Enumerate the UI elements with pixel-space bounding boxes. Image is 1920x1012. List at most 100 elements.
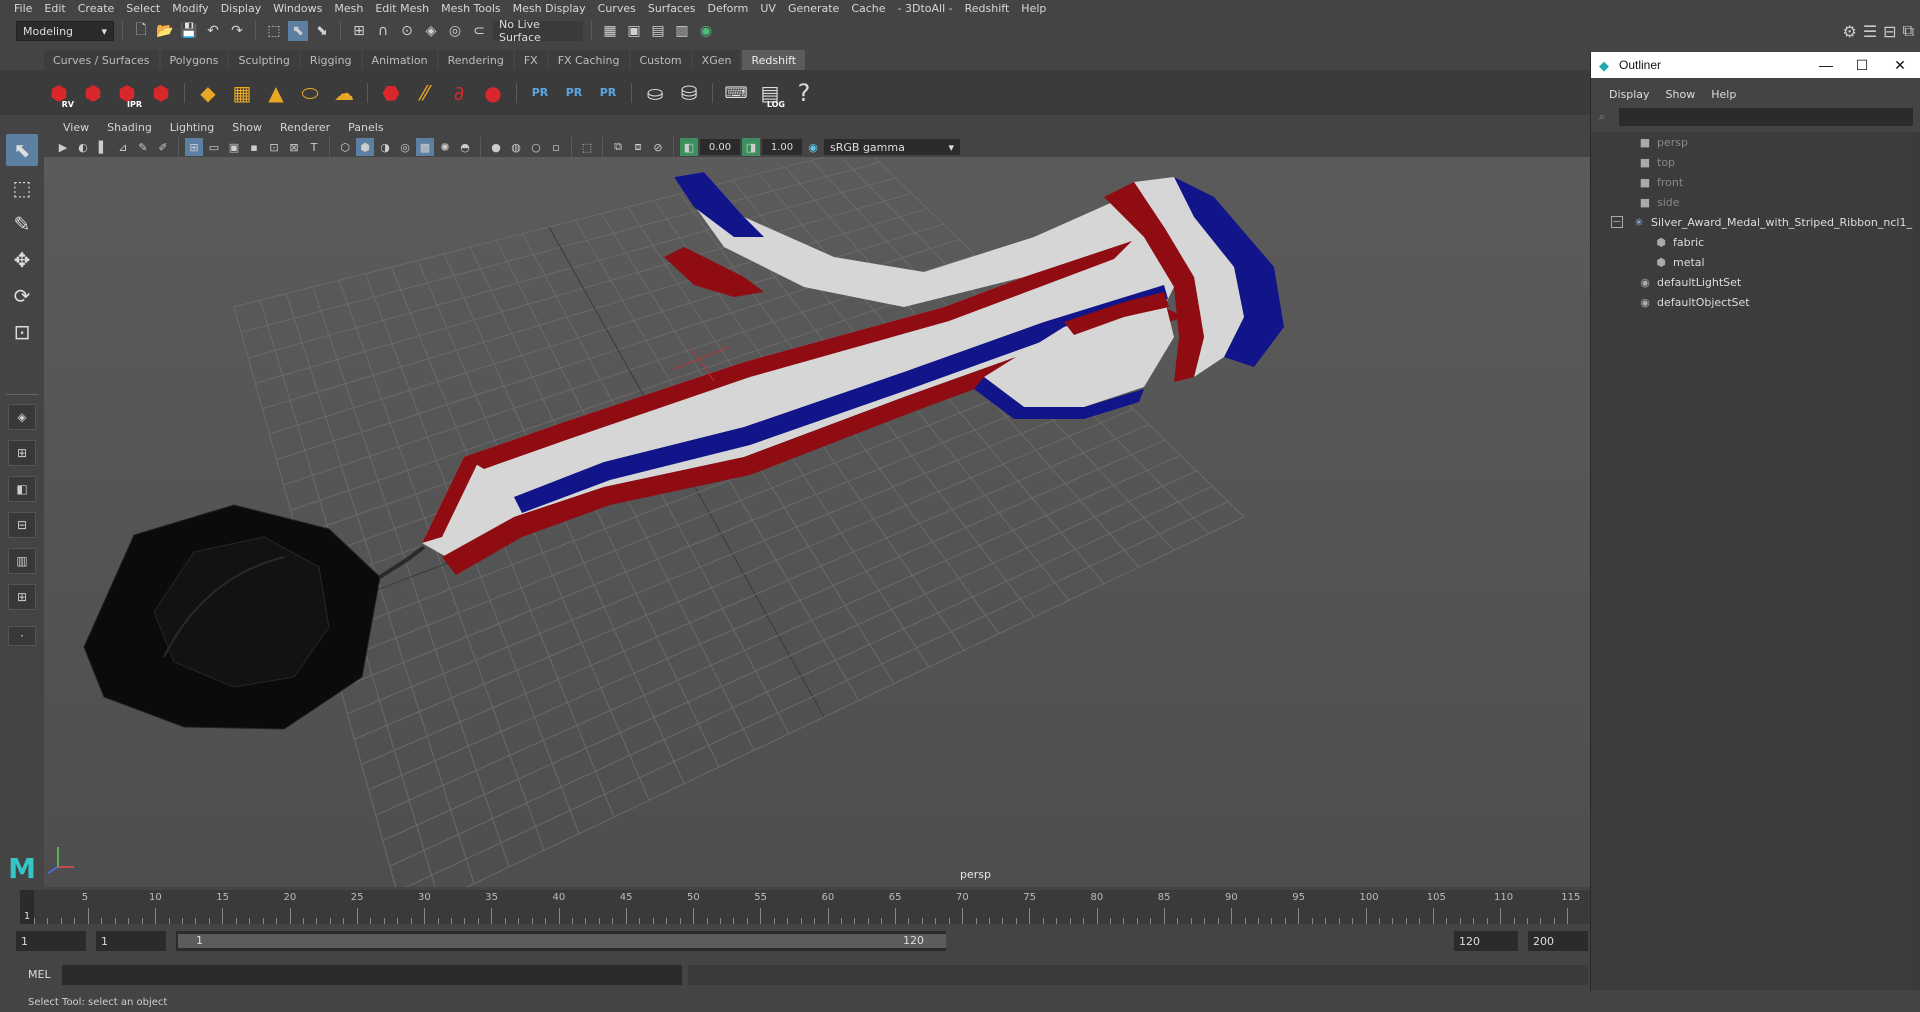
camera-select-icon[interactable]: ▶	[54, 138, 72, 156]
animation-end-field[interactable]: 200	[1528, 931, 1588, 951]
rs-volume-icon[interactable]: ∂	[444, 76, 474, 110]
command-input[interactable]	[62, 965, 682, 985]
rs-pr-create-icon[interactable]: PR	[525, 76, 555, 110]
tab-rigging[interactable]: Rigging	[300, 50, 361, 70]
xray-active-icon[interactable]: ⧈	[629, 138, 647, 156]
menu-create[interactable]: Create	[72, 2, 121, 15]
outliner-menu-display[interactable]: Display	[1601, 88, 1658, 101]
tab-rendering[interactable]: Rendering	[438, 50, 513, 70]
exposure-field[interactable]: 0.00	[700, 139, 740, 155]
depth-of-field-icon[interactable]: ▫	[547, 138, 565, 156]
hypershade-icon[interactable]: ◉	[696, 21, 716, 41]
tab-fx-caching[interactable]: FX Caching	[548, 50, 629, 70]
medal-mesh[interactable]	[83, 504, 426, 730]
open-scene-icon[interactable]: 📂	[155, 21, 175, 41]
collapse-icon[interactable]: −	[1611, 216, 1623, 228]
wireframe-icon[interactable]: ⬡	[336, 138, 354, 156]
menu-mesh[interactable]: Mesh	[328, 2, 369, 15]
lasso-tool-icon[interactable]: ⬚	[6, 172, 38, 204]
four-view-layout-icon[interactable]: ⊞	[8, 440, 36, 466]
animation-start-field[interactable]: 1	[16, 931, 86, 951]
tab-curves-surfaces[interactable]: Curves / Surfaces	[44, 50, 159, 70]
render-frame-icon[interactable]: ▣	[624, 21, 644, 41]
tab-animation[interactable]: Animation	[362, 50, 437, 70]
undo-icon[interactable]: ↶	[203, 21, 223, 41]
exposure-icon[interactable]: ◧	[680, 138, 698, 156]
outliner-menu-help[interactable]: Help	[1703, 88, 1744, 101]
panel-menu-panels[interactable]: Panels	[339, 121, 392, 134]
current-frame-marker[interactable]: 1	[20, 890, 34, 924]
tab-custom[interactable]: Custom	[630, 50, 691, 70]
outliner-item-top[interactable]: ■ top	[1637, 152, 1675, 172]
perspective-viewport[interactable]	[44, 157, 1590, 887]
outliner-item-default-light-set[interactable]: ◉ defaultLightSet	[1637, 272, 1741, 292]
smooth-shade-icon[interactable]: ⬢	[356, 138, 374, 156]
ribbon-mesh[interactable]	[422, 172, 1284, 575]
paint-select-tool-icon[interactable]: ✎	[6, 208, 38, 240]
color-management-icon[interactable]: ◉	[804, 138, 822, 156]
rs-render-icon[interactable]: ⬢	[78, 76, 108, 110]
rs-help-icon[interactable]: ?	[789, 76, 819, 110]
rs-render-view-icon[interactable]: ⬢ RV	[44, 76, 74, 110]
save-scene-icon[interactable]: 💾	[179, 21, 199, 41]
select-by-hierarchy-icon[interactable]: ⬚	[264, 21, 284, 41]
ipr-render-icon[interactable]: ▤	[648, 21, 668, 41]
render-settings-icon[interactable]: ▥	[672, 21, 692, 41]
persp-graph-layout-icon[interactable]: ⊟	[8, 512, 36, 538]
script-language-toggle[interactable]: MEL	[28, 968, 51, 981]
outliner-item-fabric[interactable]: ⬢ fabric	[1653, 232, 1704, 252]
menu-help[interactable]: Help	[1015, 2, 1052, 15]
live-surface-field[interactable]: No Live Surface	[493, 18, 583, 44]
2d-pan-zoom-icon[interactable]: ✎	[134, 138, 152, 156]
xray-icon[interactable]: ⧉	[609, 138, 627, 156]
snap-magnet-icon[interactable]: ⊂	[469, 21, 489, 41]
outliner-menu-show[interactable]: Show	[1658, 88, 1704, 101]
new-scene-icon[interactable]: 🗋	[131, 21, 151, 41]
playback-end-field[interactable]: 120	[1454, 931, 1518, 951]
maximize-icon[interactable]: ☐	[1847, 56, 1877, 74]
workspace-icon[interactable]: ⚙	[1842, 22, 1856, 41]
rs-log-icon[interactable]: ▤ LOG	[755, 76, 785, 110]
rs-script-icon[interactable]: ⌨	[721, 76, 751, 110]
outliner-item-front[interactable]: ■ front	[1637, 172, 1683, 192]
snap-view-icon[interactable]: ◈	[421, 21, 441, 41]
rs-bake-set-icon[interactable]: ⛁	[674, 76, 704, 110]
isolate-select-icon[interactable]: ⬚	[578, 138, 596, 156]
tab-fx[interactable]: FX	[514, 50, 547, 70]
persp-outliner-layout-icon[interactable]: ◧	[8, 476, 36, 502]
tab-redshift[interactable]: Redshift	[742, 50, 806, 70]
field-chart-icon[interactable]: ⊡	[265, 138, 283, 156]
grid-toggle-icon[interactable]: ⊞	[185, 138, 203, 156]
select-by-component-icon[interactable]: ⬊	[312, 21, 332, 41]
render-view-icon[interactable]: ▦	[600, 21, 620, 41]
rs-hair-icon[interactable]: ⁄⁄	[410, 76, 440, 110]
outliner-item-persp[interactable]: ■ persp	[1637, 132, 1688, 152]
rs-bake-icon[interactable]: ⛀	[640, 76, 670, 110]
close-icon[interactable]: ✕	[1885, 56, 1915, 74]
menu-3dtoall[interactable]: - 3DtoAll -	[892, 2, 959, 15]
gamma-icon[interactable]: ◨	[742, 138, 760, 156]
rs-pr-export-icon[interactable]: PR	[559, 76, 589, 110]
safe-title-icon[interactable]: T	[305, 138, 323, 156]
minimize-icon[interactable]: —	[1811, 56, 1841, 74]
panel-menu-renderer[interactable]: Renderer	[271, 121, 339, 134]
attribute-editor-icon[interactable]: ☰	[1863, 22, 1877, 41]
resolution-gate-icon[interactable]: ▣	[225, 138, 243, 156]
menu-edit-mesh[interactable]: Edit Mesh	[369, 2, 435, 15]
more-layouts-icon[interactable]: ·	[8, 626, 36, 646]
tab-polygons[interactable]: Polygons	[160, 50, 228, 70]
single-perspective-layout-icon[interactable]: ◈	[8, 404, 36, 430]
rs-pr-swap-icon[interactable]: PR	[593, 76, 623, 110]
mode-selector[interactable]: Modeling ▾	[16, 21, 114, 41]
screen-space-ao-icon[interactable]: ●	[487, 138, 505, 156]
menu-uv[interactable]: UV	[754, 2, 782, 15]
channel-box-icon[interactable]: ⧉	[1903, 21, 1914, 41]
snap-surface-icon[interactable]: ◎	[445, 21, 465, 41]
range-slider[interactable]: 1 120	[178, 934, 946, 948]
rs-settings-icon[interactable]: ⬢	[146, 76, 176, 110]
outliner-item-side[interactable]: ■ side	[1637, 192, 1680, 212]
menu-cache[interactable]: Cache	[845, 2, 891, 15]
rs-sun-light-icon[interactable]: ☁	[329, 76, 359, 110]
outliner-item-default-object-set[interactable]: ◉ defaultObjectSet	[1637, 292, 1749, 312]
grease-pencil-icon[interactable]: ✐	[154, 138, 172, 156]
